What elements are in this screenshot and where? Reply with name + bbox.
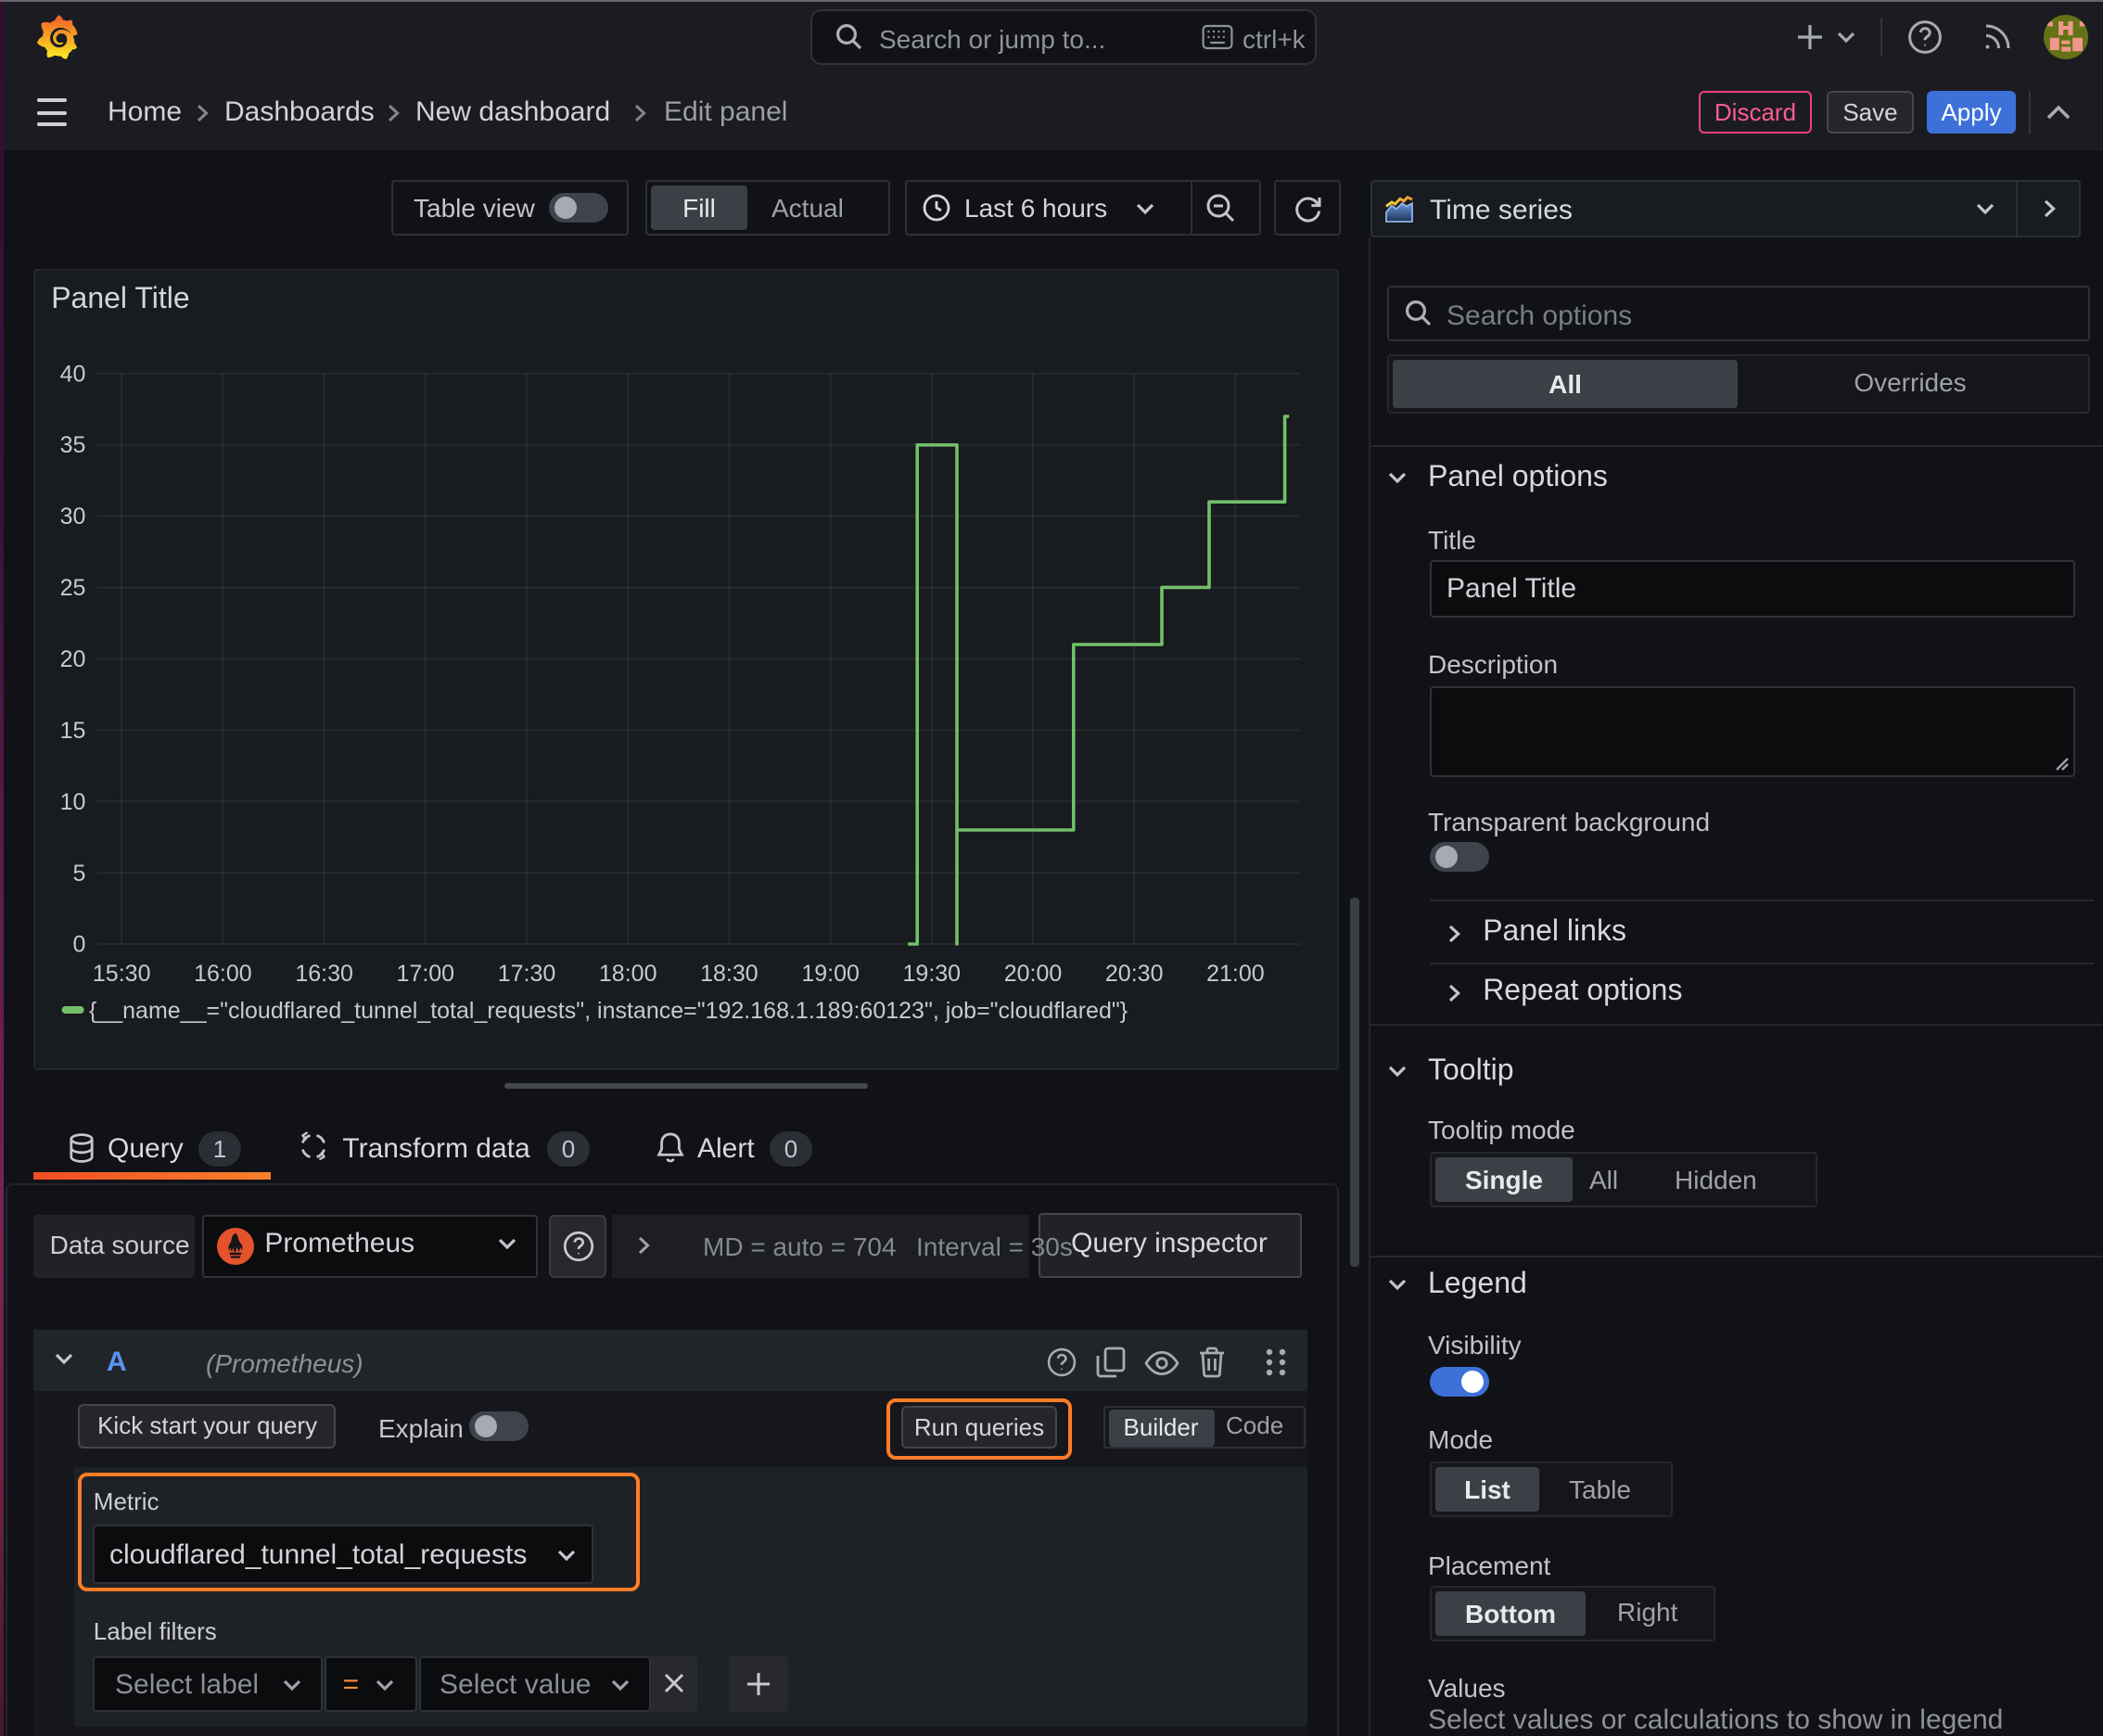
svg-text:21:00: 21:00 bbox=[1207, 961, 1266, 987]
svg-text:18:00: 18:00 bbox=[600, 961, 658, 987]
svg-text:18:30: 18:30 bbox=[701, 961, 759, 987]
svg-text:19:00: 19:00 bbox=[802, 961, 860, 987]
svg-text:0: 0 bbox=[73, 931, 86, 957]
svg-text:20:30: 20:30 bbox=[1106, 961, 1165, 987]
svg-text:10: 10 bbox=[60, 788, 86, 814]
svg-text:20:00: 20:00 bbox=[1005, 961, 1064, 987]
svg-text:35: 35 bbox=[60, 432, 86, 458]
svg-text:30: 30 bbox=[60, 504, 86, 530]
svg-text:25: 25 bbox=[60, 575, 86, 601]
svg-text:16:30: 16:30 bbox=[296, 961, 354, 987]
svg-text:17:00: 17:00 bbox=[397, 961, 455, 987]
svg-text:17:30: 17:30 bbox=[499, 961, 557, 987]
svg-text:20: 20 bbox=[60, 646, 86, 672]
svg-text:15: 15 bbox=[60, 717, 86, 743]
svg-text:15:30: 15:30 bbox=[94, 961, 152, 987]
svg-text:19:30: 19:30 bbox=[903, 961, 962, 987]
svg-text:5: 5 bbox=[73, 860, 86, 886]
svg-text:40: 40 bbox=[60, 361, 86, 387]
svg-text:{__name__="cloudflared_tunnel_: {__name__="cloudflared_tunnel_total_requ… bbox=[90, 998, 1128, 1024]
svg-text:16:00: 16:00 bbox=[195, 961, 253, 987]
